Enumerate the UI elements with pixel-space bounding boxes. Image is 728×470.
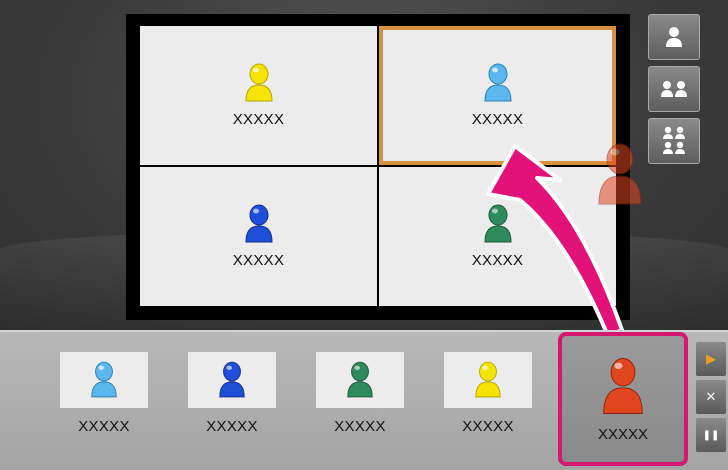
thumbnail-3[interactable]: XXXXX: [316, 352, 404, 435]
participant-name: XXXXX: [232, 111, 285, 128]
thumbnail-picture: [60, 352, 148, 408]
thumbnail-4[interactable]: XXXXX: [444, 352, 532, 435]
participant-name: XXXXX: [471, 111, 524, 128]
person-blue-icon: [244, 204, 273, 243]
two-view-button[interactable]: [648, 66, 700, 112]
person-lightblue-icon: [483, 63, 512, 102]
participant-name: XXXXX: [597, 425, 649, 443]
pause-button[interactable]: ❚❚: [696, 418, 726, 452]
thumbnail-1[interactable]: XXXXX: [60, 352, 148, 435]
participant-name: XXXXX: [471, 252, 524, 269]
four-person-layout-icon: [663, 126, 685, 154]
person-yellow-icon: [475, 361, 501, 398]
thumbnail-picture: [444, 352, 532, 408]
pause-icon: ❚❚: [702, 429, 720, 441]
active-thumbnail[interactable]: XXXXX: [558, 332, 688, 466]
grid-cell-4[interactable]: XXXXX: [379, 167, 616, 306]
thumbnail-picture: [188, 352, 276, 408]
playback-controls: ▶ ✕ ❚❚: [696, 342, 726, 456]
person-lightblue-icon: [91, 361, 117, 398]
play-icon: ▶: [706, 351, 716, 366]
thumbnail-picture: [316, 352, 404, 408]
person-green-icon: [347, 361, 373, 398]
camera-off-icon: ✕: [705, 389, 717, 404]
grid-cell-3[interactable]: XXXXX: [140, 167, 377, 306]
single-view-button[interactable]: [648, 14, 700, 60]
person-blue-icon: [219, 361, 245, 398]
person-green-icon: [483, 204, 512, 243]
thumbnail-2[interactable]: XXXXX: [188, 352, 276, 435]
play-button[interactable]: ▶: [696, 342, 726, 376]
participant-name: XXXXX: [206, 418, 258, 435]
four-view-button[interactable]: [648, 118, 700, 164]
participant-name: XXXXX: [334, 418, 386, 435]
participant-name: XXXXX: [462, 418, 514, 435]
participant-name: XXXXX: [78, 418, 130, 435]
two-person-layout-icon: [661, 81, 687, 97]
layout-button-group: [648, 14, 702, 170]
person-red-icon[interactable]: [596, 142, 644, 206]
mute-video-button[interactable]: ✕: [696, 380, 726, 414]
person-yellow-icon: [244, 63, 273, 102]
video-grid: XXXXX XXXXX XXXXX XXXXX: [140, 26, 616, 306]
grid-cell-2-selected[interactable]: XXXXX: [379, 26, 616, 165]
person-red-icon: [603, 357, 643, 414]
grid-cell-1[interactable]: XXXXX: [140, 26, 377, 165]
single-person-layout-icon: [666, 27, 682, 47]
participant-name: XXXXX: [232, 252, 285, 269]
